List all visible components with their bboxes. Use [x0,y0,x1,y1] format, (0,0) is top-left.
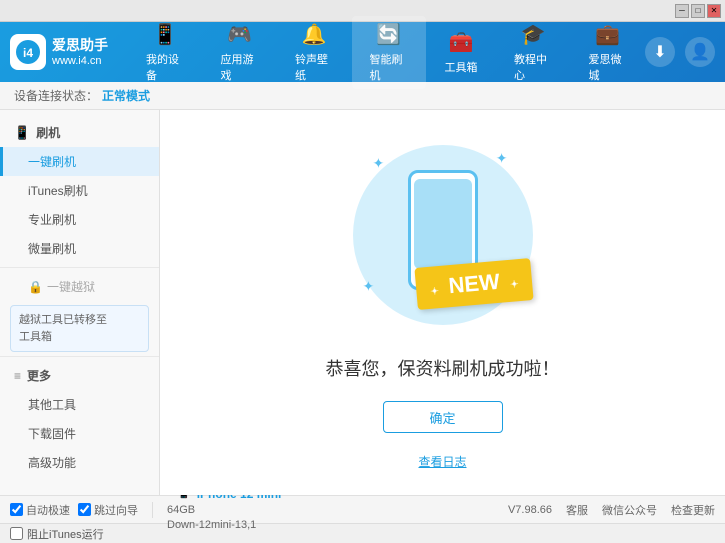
sidebar-item-advanced[interactable]: 高级功能 [0,448,159,477]
download-button[interactable]: ⬇ [645,37,675,67]
device-model-text: Down-12mini-13,1 [167,519,256,531]
status-label: 设备连接状态： [14,87,98,104]
new-badge: NEW [415,258,535,310]
nav-item-app-game[interactable]: 🎮 应用游戏 [203,16,278,89]
download-firmware-label: 下载固件 [28,427,76,441]
nav-item-my-device[interactable]: 📱 我的设备 [128,16,203,89]
pro-flash-label: 专业刷机 [28,213,76,227]
nav-icon-my-device: 📱 [153,22,178,47]
flash-section-icon: 📱 [14,125,30,141]
auto-send-label: 自动极速 [26,502,70,518]
logo-subtitle: www.i4.cn [52,54,108,68]
lock-icon: 🔒 [28,280,43,294]
sidebar: 📱 刷机 一键刷机 iTunes刷机 专业刷机 微量刷机 🔒 一键越狱 越狱工具… [0,110,160,495]
nav-right: ⬇ 👤 [645,37,715,67]
more-section-label: 更多 [27,367,51,384]
window-controls[interactable]: ─ □ ✕ [675,4,721,18]
itunes-label: 阻止iTunes运行 [27,526,104,542]
nav-icon-smart-shop: 🔄 [376,22,401,47]
itunes-checkbox[interactable]: 阻止iTunes运行 [10,526,104,542]
nav-label-app-game: 应用游戏 [221,51,260,83]
main-layout: 📱 刷机 一键刷机 iTunes刷机 专业刷机 微量刷机 🔒 一键越狱 越狱工具… [0,110,725,495]
wechat-button[interactable]: 微信公众号 [602,502,657,518]
sparkle-2: ✦ [496,150,508,167]
itunes-flash-label: iTunes刷机 [28,184,88,198]
advanced-label: 高级功能 [28,456,76,470]
bottom-right: V7.98.66 客服 微信公众号 检查更新 [508,502,715,518]
bottom-bar: 自动极速 跳过向导 📱 iPhone 12 mini 64GB Down-12m… [0,495,725,523]
sidebar-info-box: 越狱工具已转移至工具箱 [10,305,149,352]
service-button[interactable]: 客服 [566,502,588,518]
nav-label-ringtone: 铃声壁纸 [295,51,334,83]
sidebar-item-one-key-flash[interactable]: 一键刷机 [0,147,159,176]
logo[interactable]: i4 爱思助手 www.i4.cn [10,34,108,70]
content-area: ✦ ✦ ✦ NEW 恭喜您，保资料刷机成功啦！ 确定 查看日志 [160,110,725,495]
check-update-button[interactable]: 检查更新 [671,502,715,518]
close-button[interactable]: ✕ [707,4,721,18]
success-panel: ✦ ✦ ✦ NEW 恭喜您，保资料刷机成功啦！ 确定 查看日志 [326,135,560,470]
sidebar-divider-2 [0,356,159,357]
phone-screen [414,179,472,269]
nav-bar: i4 爱思助手 www.i4.cn 📱 我的设备 🎮 应用游戏 🔔 铃声壁纸 🔄… [0,22,725,82]
itunes-check[interactable] [10,527,23,540]
nav-item-tutorial[interactable]: 🎓 教程中心 [496,16,571,89]
sparkle-1: ✦ [373,155,385,172]
nav-icon-ringtone: 🔔 [302,22,327,47]
jailbreak-label: 一键越狱 [47,278,95,295]
sidebar-divider-1 [0,267,159,268]
nav-item-wei-store[interactable]: 💼 爱思微城 [571,16,646,89]
info-text: 越狱工具已转移至工具箱 [19,314,107,343]
nav-icon-wei-store: 💼 [595,22,620,47]
nav-label-wei-store: 爱思微城 [589,51,628,83]
confirm-button[interactable]: 确定 [383,401,503,433]
one-key-flash-label: 一键刷机 [28,155,76,169]
device-storage: 64GB [167,503,281,518]
sidebar-item-itunes-flash[interactable]: iTunes刷机 [0,176,159,205]
nav-icon-toolbox: 🧰 [449,30,474,55]
nav-icon-tutorial: 🎓 [521,22,546,47]
more-link[interactable]: 查看日志 [418,453,466,470]
status-value: 正常模式 [102,87,150,104]
nav-item-toolbox[interactable]: 🧰 工具箱 [426,16,496,89]
save-flash-label: 微量刷机 [28,242,76,256]
sidebar-section-more: ≡ 更多 [0,361,159,390]
nav-item-smart-shop[interactable]: 🔄 智能刷机 [352,16,427,89]
auto-send-check[interactable] [10,503,23,516]
sidebar-disabled-jailbreak: 🔒 一键越狱 [0,272,159,301]
device-storage-text: 64GB [167,504,195,516]
sidebar-section-flash: 📱 刷机 [0,118,159,147]
sidebar-item-save-flash[interactable]: 微量刷机 [0,234,159,263]
phone-illustration: ✦ ✦ ✦ NEW [343,135,543,335]
success-title: 恭喜您，保资料刷机成功啦！ [326,355,560,381]
skip-wizard-checkbox[interactable]: 跳过向导 [78,502,138,518]
nav-label-toolbox: 工具箱 [445,59,478,75]
version-label: V7.98.66 [508,504,552,516]
sparkle-3: ✦ [363,278,375,295]
sidebar-item-pro-flash[interactable]: 专业刷机 [0,205,159,234]
nav-icon-app-game: 🎮 [227,22,252,47]
sidebar-item-other-tools[interactable]: 其他工具 [0,390,159,419]
new-badge-text: NEW [448,269,501,298]
logo-icon: i4 [10,34,46,70]
nav-label-my-device: 我的设备 [146,51,185,83]
logo-text: 爱思助手 www.i4.cn [52,36,108,68]
more-section-icon: ≡ [14,369,21,383]
skip-wizard-check[interactable] [78,503,91,516]
flash-section-label: 刷机 [36,124,60,141]
svg-text:i4: i4 [23,46,33,60]
other-tools-label: 其他工具 [28,398,76,412]
nav-items: 📱 我的设备 🎮 应用游戏 🔔 铃声壁纸 🔄 智能刷机 🧰 工具箱 🎓 教程中心… [128,16,645,89]
user-button[interactable]: 👤 [685,37,715,67]
skip-wizard-label: 跳过向导 [94,502,138,518]
maximize-button[interactable]: □ [691,4,705,18]
nav-item-ringtone[interactable]: 🔔 铃声壁纸 [277,16,352,89]
logo-title: 爱思助手 [52,36,108,54]
minimize-button[interactable]: ─ [675,4,689,18]
auto-send-checkbox[interactable]: 自动极速 [10,502,70,518]
nav-label-smart-shop: 智能刷机 [370,51,409,83]
device-model: Down-12mini-13,1 [167,518,281,533]
bottom-separator [152,502,153,518]
sidebar-item-download-firmware[interactable]: 下载固件 [0,419,159,448]
nav-label-tutorial: 教程中心 [514,51,553,83]
